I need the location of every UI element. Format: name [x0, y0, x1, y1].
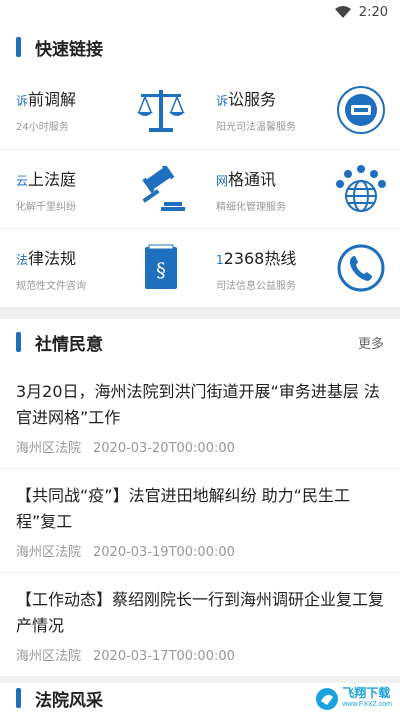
quick-link-cloud-court[interactable]: 云上法庭 化解千里纠纷 — [0, 149, 200, 228]
quick-link-lead: 诉 — [16, 94, 29, 108]
quick-link-lead: 云 — [16, 173, 29, 188]
section-gap — [0, 307, 400, 319]
section-accent-bar — [16, 37, 21, 57]
watermark-logo: 飞翔下载 www.FXXZ.com — [315, 687, 392, 711]
quick-link-lead: 1 — [216, 252, 224, 267]
watermark-url: www.FXXZ.com — [342, 701, 392, 708]
status-time: 2:20 — [358, 4, 388, 20]
quick-links-grid: 诉前调解 24小时服务 诉讼服务 阳光司法温馨服务 云上法庭 化解千里纠纷 网格… — [0, 70, 400, 307]
news-source: 海州区法院 — [16, 545, 82, 560]
news-headline: 【共同战“疫”】法官进田地解纠纷 助力“民生工程”复工 — [16, 486, 350, 531]
scales-icon — [134, 83, 188, 137]
quick-link-sub: 精细化管理服务 — [216, 201, 286, 213]
quick-link-sub: 司法信息公益服务 — [216, 280, 296, 292]
more-link[interactable]: 更多 — [358, 333, 384, 352]
quick-link-laws-regulations[interactable]: 法律法规 规范性文件咨询 § — [0, 228, 200, 307]
quick-links-header: 快速链接 — [0, 24, 400, 70]
quick-link-litigation-service[interactable]: 诉讼服务 阳光司法温馨服务 — [200, 70, 400, 149]
quick-link-pre-mediation[interactable]: 诉前调解 24小时服务 — [0, 70, 200, 149]
quick-link-name: 2368热线 — [223, 248, 297, 268]
news-item[interactable]: 【共同战“疫”】法官进田地解纠纷 助力“民生工程”复工 海州区法院 2020-03… — [0, 469, 400, 573]
quick-link-name: 讼服务 — [228, 90, 277, 109]
news-source: 海州区法院 — [16, 649, 82, 664]
quick-link-lead: 诉 — [216, 94, 229, 108]
news-meta: 海州区法院 2020-03-20T00:00:00 — [16, 437, 384, 456]
quick-link-lead: 法 — [16, 252, 29, 267]
quick-link-sub: 24小时服务 — [16, 122, 69, 133]
quick-link-name: 律法规 — [28, 248, 77, 268]
quick-link-sub: 阳光司法温馨服务 — [216, 122, 296, 133]
news-item[interactable]: 【工作动态】蔡绍刚院长一行到海州调研企业复工复产情况 海州区法院 2020-03-… — [0, 573, 400, 676]
social-section: 社情民意 更多 3月20日，海州法院到洪门街道开展“审务进基层 法官进网格”工作… — [0, 319, 400, 676]
news-date: 2020-03-19T00:00:00 — [93, 545, 235, 560]
quick-link-grid-communication[interactable]: 网格通讯 精细化管理服务 — [200, 149, 400, 228]
section-accent-bar — [16, 688, 21, 708]
quick-link-name: 前调解 — [28, 90, 77, 109]
news-meta: 海州区法院 2020-03-17T00:00:00 — [16, 645, 384, 664]
svg-text:§: § — [156, 258, 166, 282]
quick-link-12368-hotline[interactable]: 12368热线 司法信息公益服务 — [200, 228, 400, 307]
quick-link-name: 上法庭 — [28, 169, 77, 189]
globe-people-icon — [334, 162, 388, 216]
social-title: 社情民意 — [35, 334, 103, 355]
quick-link-sub: 规范性文件咨询 — [16, 280, 86, 292]
wifi-icon — [334, 6, 351, 18]
news-headline: 3月20日，海州法院到洪门街道开展“审务进基层 法官进网格”工作 — [16, 382, 380, 427]
news-source: 海州区法院 — [16, 441, 82, 456]
status-bar: 2:20 — [0, 0, 400, 24]
gavel-icon — [134, 162, 188, 216]
quick-links-title: 快速链接 — [35, 39, 103, 60]
quick-link-name: 格通讯 — [228, 169, 277, 189]
news-item[interactable]: 3月20日，海州法院到洪门街道开展“审务进基层 法官进网格”工作 海州区法院 20… — [0, 365, 400, 469]
law-book-icon: § — [134, 241, 188, 295]
news-date: 2020-03-20T00:00:00 — [93, 441, 235, 456]
phone-icon — [334, 241, 388, 295]
news-meta: 海州区法院 2020-03-19T00:00:00 — [16, 541, 384, 560]
social-header: 社情民意 更多 — [0, 319, 400, 365]
court-style-section: 法院风采 飞翔下载 www.FXXZ.com — [0, 683, 400, 713]
news-date: 2020-03-17T00:00:00 — [93, 649, 235, 664]
quick-link-sub: 化解千里纠纷 — [16, 201, 76, 213]
quick-links-section: 快速链接 诉前调解 24小时服务 诉讼服务 阳光司法温馨服务 云上法庭 化解千里… — [0, 24, 400, 307]
quick-link-lead: 网 — [216, 173, 229, 188]
news-headline: 【工作动态】蔡绍刚院长一行到海州调研企业复工复产情况 — [16, 590, 385, 635]
court-seal-icon — [334, 83, 388, 137]
watermark-text: 飞翔下载 — [342, 686, 391, 700]
section-accent-bar — [16, 332, 21, 352]
